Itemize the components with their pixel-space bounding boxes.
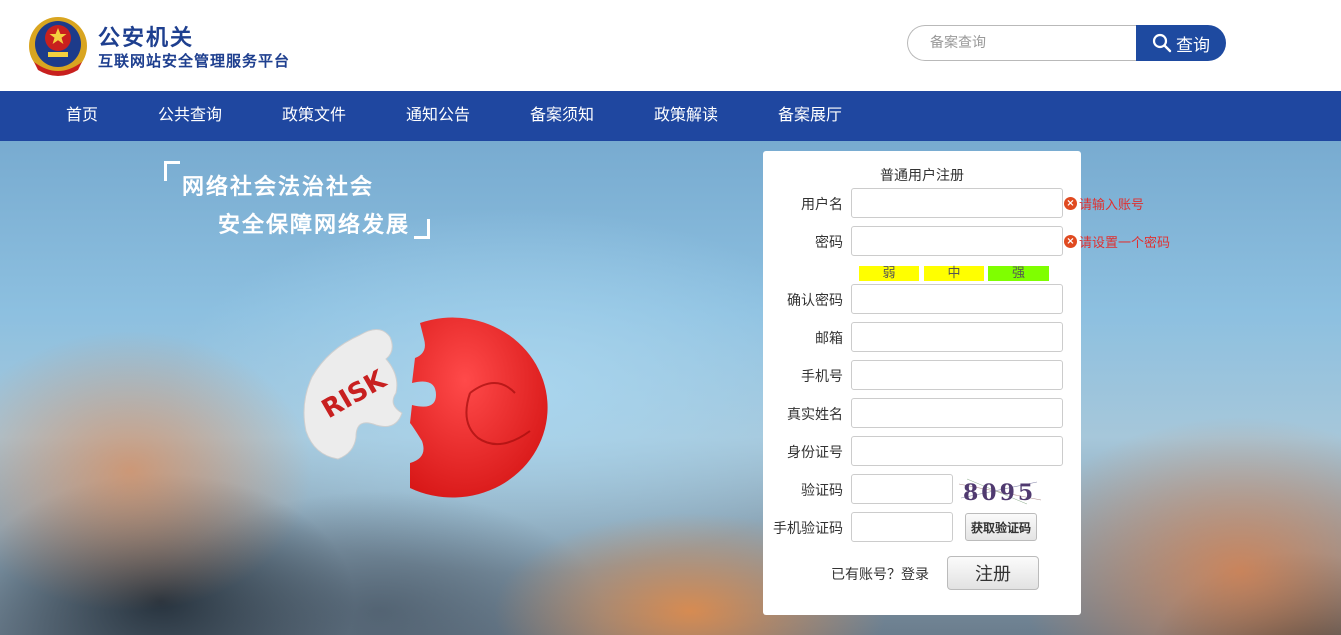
hero-banner: 网络社会法治社会 安全保障网络发展 RISK (0, 141, 1341, 635)
nav-item-policy-interpretation[interactable]: 政策解读 (654, 91, 718, 141)
slogan-line-1: 网络社会法治社会 (182, 175, 375, 200)
captcha-input[interactable] (851, 474, 953, 504)
strength-strong: 强 (988, 266, 1049, 281)
header: 公安机关 互联网站安全管理服务平台 查询 (0, 0, 1341, 91)
search-button-label: 查询 (1176, 35, 1210, 56)
police-emblem-logo (29, 17, 87, 76)
username-error-text: 请输入账号 (1079, 198, 1145, 213)
phone-input[interactable] (851, 360, 1063, 390)
search-input[interactable] (908, 26, 1137, 60)
username-input[interactable] (851, 188, 1063, 218)
sms-code-input[interactable] (851, 512, 953, 542)
search-icon (1152, 33, 1172, 53)
email-input[interactable] (851, 322, 1063, 352)
search-box (907, 25, 1137, 61)
password-error: × 请设置一个密码 (1064, 232, 1170, 251)
form-title: 普通用户注册 (880, 168, 964, 184)
strength-medium: 中 (924, 266, 984, 281)
label-password: 密码 (815, 235, 843, 251)
register-button[interactable]: 注册 (947, 556, 1039, 590)
confirm-password-input[interactable] (851, 284, 1063, 314)
nav-item-policy-files[interactable]: 政策文件 (282, 91, 346, 141)
nav-item-filing-guide[interactable]: 备案须知 (530, 91, 594, 141)
search-button[interactable]: 查询 (1136, 25, 1226, 61)
site-title: 公安机关 (98, 26, 195, 51)
real-name-input[interactable] (851, 398, 1063, 428)
nav-item-public-query[interactable]: 公共查询 (158, 91, 222, 141)
id-number-input[interactable] (851, 436, 1063, 466)
username-error: × 请输入账号 (1064, 194, 1144, 213)
error-icon: × (1064, 197, 1077, 210)
label-sms-code: 手机验证码 (773, 521, 843, 537)
strength-weak: 弱 (859, 266, 919, 281)
label-id-number: 身份证号 (787, 445, 843, 461)
main-nav: 首页 公共查询 政策文件 通知公告 备案须知 政策解读 备案展厅 (0, 91, 1341, 141)
nav-item-filing-hall[interactable]: 备案展厅 (778, 91, 842, 141)
slogan-bracket-close (414, 219, 430, 239)
label-username: 用户名 (801, 197, 843, 213)
label-real-name: 真实姓名 (787, 407, 843, 423)
risk-puzzle-illustration: RISK (303, 317, 548, 498)
nav-item-notices[interactable]: 通知公告 (406, 91, 470, 141)
label-phone: 手机号 (801, 369, 843, 385)
label-email: 邮箱 (815, 331, 843, 347)
captcha-text: 8095 (963, 480, 1036, 506)
get-sms-code-button[interactable]: 获取验证码 (965, 513, 1037, 541)
password-input[interactable] (851, 226, 1063, 256)
label-captcha: 验证码 (801, 483, 843, 499)
error-icon: × (1064, 235, 1077, 248)
slogan-line-2: 安全保障网络发展 (218, 213, 411, 238)
label-confirm-password: 确认密码 (787, 293, 843, 309)
site-subtitle: 互联网站安全管理服务平台 (98, 52, 291, 70)
login-link[interactable]: 已有账号？登录 (831, 564, 929, 584)
slogan-bracket-open (164, 161, 180, 181)
register-form: 普通用户注册 用户名 密码 弱 中 强 确认密码 邮箱 手机号 真实姓名 身份证… (763, 151, 1081, 615)
password-error-text: 请设置一个密码 (1079, 236, 1171, 251)
captcha-image[interactable]: 8095 (957, 476, 1043, 506)
nav-item-home[interactable]: 首页 (66, 91, 98, 141)
